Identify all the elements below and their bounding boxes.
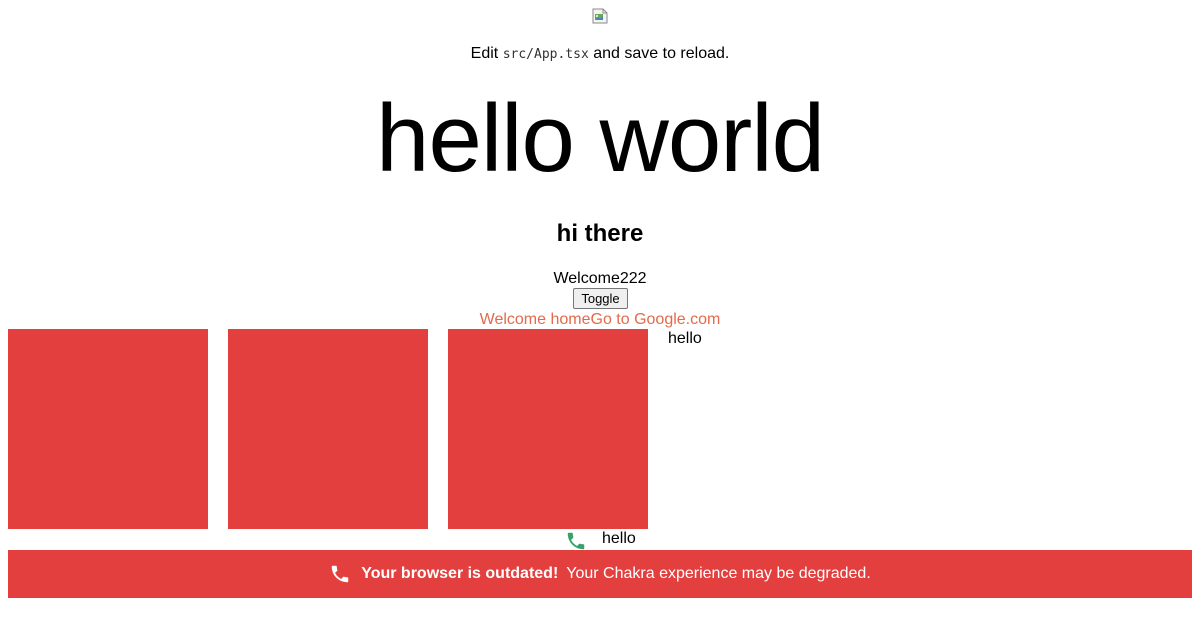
edit-code-path: src/App.tsx — [502, 47, 589, 62]
broken-image-icon — [592, 8, 608, 24]
toggle-button[interactable]: Toggle — [573, 288, 628, 309]
alert-title: Your browser is outdated! — [361, 565, 559, 582]
edit-prefix: Edit — [470, 45, 499, 62]
red-box-1 — [8, 329, 208, 529]
welcome-home-link[interactable]: Welcome home — [480, 311, 591, 328]
app-root: Edit src/App.tsx and save to reload. hel… — [0, 0, 1200, 630]
browser-outdated-alert: Your browser is outdated! Your Chakra ex… — [8, 550, 1192, 598]
alert-description: Your Chakra experience may be degraded. — [566, 565, 871, 582]
google-link[interactable]: Go to Google.com — [591, 311, 721, 328]
welcome-text: Welcome222 — [553, 270, 647, 287]
edit-suffix: and save to reload. — [593, 45, 730, 62]
hero-title: hello world — [376, 85, 825, 192]
subtitle: hi there — [556, 220, 644, 247]
phone-icon — [331, 565, 349, 583]
hello-text-bottom: hello — [602, 530, 636, 547]
red-box-3 — [448, 329, 648, 529]
link-line: Welcome homeGo to Google.com — [0, 310, 1200, 330]
edit-instructions: Edit src/App.tsx and save to reload. — [0, 44, 1200, 65]
phone-icon — [567, 532, 585, 550]
hello-text-side: hello — [668, 330, 702, 347]
red-box-2 — [228, 329, 428, 529]
